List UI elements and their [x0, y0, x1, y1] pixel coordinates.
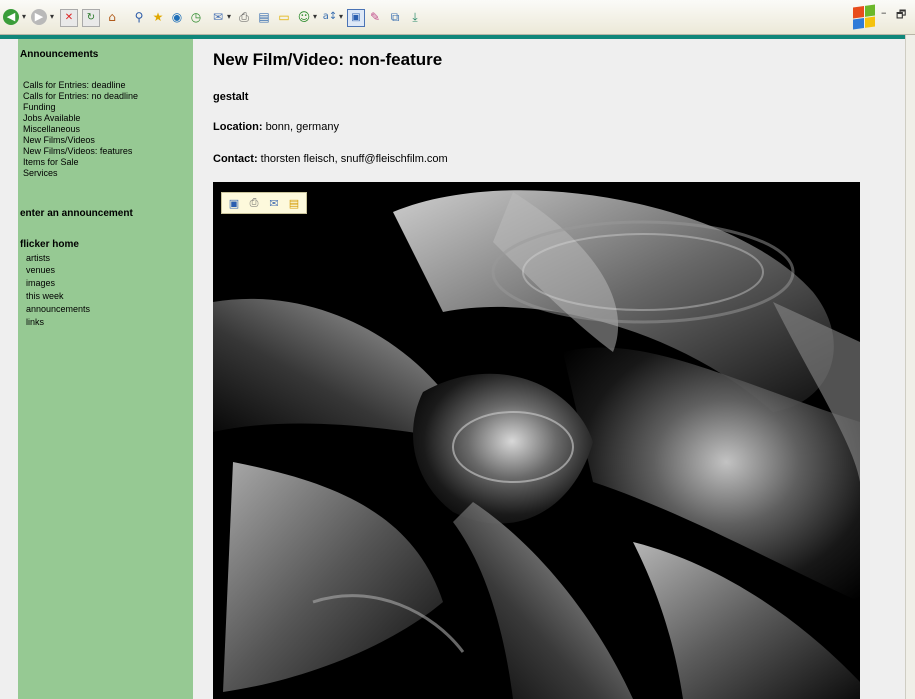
nav-item-this-week[interactable]: this week — [26, 291, 64, 301]
fractal-artwork — [213, 182, 860, 699]
sidebar-item-new-films[interactable]: New Films/Videos — [23, 135, 95, 145]
tools-icon[interactable]: ✎ — [367, 9, 383, 25]
edit-icon[interactable]: ▤ — [256, 9, 272, 25]
nav-item-images[interactable]: images — [26, 278, 55, 288]
sidebar-item-funding[interactable]: Funding — [23, 102, 56, 112]
save-icon[interactable]: ⤓ — [407, 9, 423, 25]
history-icon[interactable]: ◷ — [188, 9, 204, 25]
discuss-icon[interactable]: ▭ — [276, 9, 292, 25]
contact-line: Contact: thorsten fleisch, snuff@fleisch… — [213, 153, 448, 165]
media-icon[interactable]: ◉ — [169, 9, 185, 25]
refresh-icon[interactable]: ↻ — [82, 9, 100, 27]
forward-dropdown-icon[interactable]: ▾ — [50, 12, 54, 21]
forward-icon[interactable]: ▶ — [31, 9, 47, 25]
sidebar-item-miscellaneous[interactable]: Miscellaneous — [23, 124, 80, 134]
windows-icon[interactable]: ▣ — [347, 9, 365, 27]
contact-label: Contact: — [213, 153, 258, 165]
location-value: bonn, germany — [265, 121, 339, 133]
mail-dropdown-icon[interactable]: ▾ — [227, 12, 231, 21]
print-icon[interactable]: ⎙ — [236, 9, 252, 25]
page-title: New Film/Video: non-feature — [213, 50, 443, 69]
browser-toolbar: ◀ ▾ ▶ ▾ ✕ ↻ ⌂ ⚲ ★ ◉ ◷ ✉ ▾ ⎙ ▤ ▭ ☺ ▾ a↕ ▾… — [0, 0, 915, 35]
location-label: Location: — [213, 121, 263, 133]
research-icon[interactable]: a↕ — [322, 9, 338, 25]
flicker-home-link[interactable]: flicker home — [20, 239, 79, 250]
restore-button[interactable]: 🗗 — [896, 6, 906, 25]
contact-value[interactable]: thorsten fleisch, snuff@fleischfilm.com — [261, 153, 448, 165]
nav-item-announcements[interactable]: announcements — [26, 304, 90, 314]
nav-item-artists[interactable]: artists — [26, 253, 50, 263]
sidebar-section-title: Announcements — [20, 49, 99, 60]
nav-item-venues[interactable]: venues — [26, 265, 55, 275]
my-pictures-icon[interactable]: ▤ — [287, 196, 301, 210]
film-still-image[interactable]: ▣ ⎙ ✉ ▤ — [213, 182, 860, 699]
copy-icon[interactable]: ⧉ — [387, 9, 403, 25]
sidebar-item-calls-no-deadline[interactable]: Calls for Entries: no deadline — [23, 91, 138, 101]
home-icon[interactable]: ⌂ — [104, 9, 120, 25]
minimize-button[interactable]: – — [881, 6, 887, 19]
email-image-icon[interactable]: ✉ — [267, 196, 281, 210]
messenger-icon[interactable]: ☺ — [296, 9, 312, 25]
messenger-dropdown-icon[interactable]: ▾ — [313, 12, 317, 21]
scrollbar[interactable] — [905, 35, 915, 699]
sidebar-item-jobs[interactable]: Jobs Available — [23, 113, 80, 123]
sidebar: Announcements Calls for Entries: deadlin… — [18, 39, 193, 699]
back-dropdown-icon[interactable]: ▾ — [22, 12, 26, 21]
save-image-icon[interactable]: ▣ — [227, 196, 241, 210]
windows-logo-icon — [853, 4, 875, 30]
print-image-icon[interactable]: ⎙ — [247, 196, 261, 210]
film-title-text: gestalt — [213, 91, 249, 103]
image-toolbar: ▣ ⎙ ✉ ▤ — [221, 192, 307, 214]
search-icon[interactable]: ⚲ — [131, 9, 147, 25]
stop-icon[interactable]: ✕ — [60, 9, 78, 27]
sidebar-item-services[interactable]: Services — [23, 168, 58, 178]
sidebar-item-new-films-features[interactable]: New Films/Videos: features — [23, 146, 132, 156]
research-dropdown-icon[interactable]: ▾ — [339, 12, 343, 21]
nav-item-links[interactable]: links — [26, 317, 44, 327]
favorites-icon[interactable]: ★ — [150, 9, 166, 25]
back-icon[interactable]: ◀ — [3, 9, 19, 25]
mail-icon[interactable]: ✉ — [210, 9, 226, 25]
sidebar-item-calls-deadline[interactable]: Calls for Entries: deadline — [23, 80, 126, 90]
sidebar-item-items-for-sale[interactable]: Items for Sale — [23, 157, 79, 167]
film-title: gestalt — [213, 91, 248, 103]
location-line: Location: bonn, germany — [213, 121, 339, 133]
enter-announcement-link[interactable]: enter an announcement — [20, 208, 133, 219]
